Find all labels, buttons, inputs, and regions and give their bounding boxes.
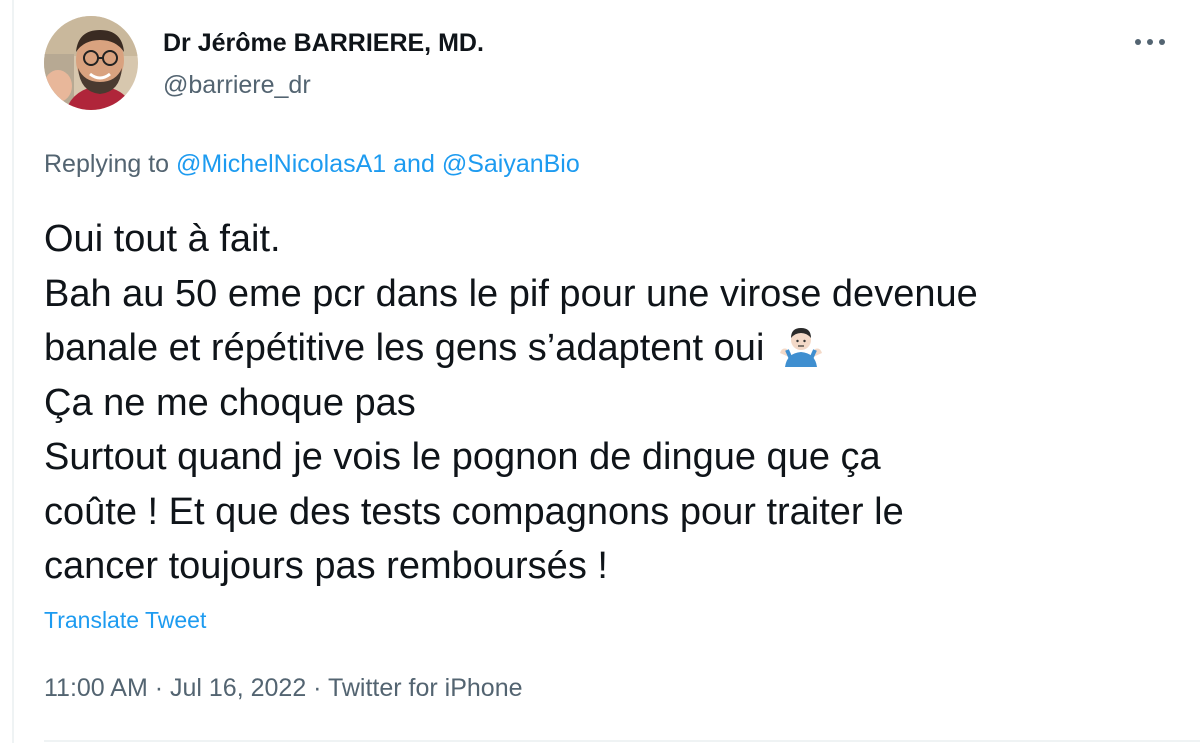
tweet-line: Surtout quand je vois le pognon de dingu…	[44, 436, 881, 478]
author-handle[interactable]: @barriere_dr	[163, 70, 484, 100]
tweet-line: Oui tout à fait.	[44, 218, 281, 260]
author-avatar[interactable]	[44, 16, 138, 110]
tweet-meta: 11:00 AM · Jul 16, 2022 · Twitter for iP…	[44, 672, 523, 704]
mention-link-michelnicolasa1[interactable]: @MichelNicolasA1	[176, 150, 386, 178]
tweet-card: Dr Jérôme BARRIERE, MD. @barriere_dr Rep…	[0, 0, 1200, 743]
reply-prefix: Replying to	[44, 150, 177, 178]
tweet-line: Bah au 50 eme pcr dans le pif pour une v…	[44, 272, 978, 315]
mention-joiner: and	[386, 150, 442, 178]
meta-separator: ·	[147, 674, 170, 702]
tweet-date[interactable]: Jul 16, 2022	[170, 674, 306, 702]
tweet-line: cancer toujours pas remboursés !	[44, 545, 608, 587]
person-shrugging-emoji-icon	[779, 323, 823, 367]
translate-tweet-link[interactable]: Translate Tweet	[44, 606, 206, 634]
tweet-source[interactable]: Twitter for iPhone	[328, 674, 523, 702]
tweet-text: Oui tout à fait. Bah au 50 eme pcr dans …	[44, 212, 1174, 594]
more-options-icon	[1135, 39, 1165, 45]
mention-link-saiyanbio[interactable]: @SaiyanBio	[442, 150, 580, 178]
tweet-line: Ça ne me choque pas	[44, 381, 416, 424]
tweet-line-text: banale et répétitive les gens s’adaptent…	[44, 327, 765, 369]
left-divider	[12, 0, 14, 743]
bottom-divider	[44, 740, 1200, 742]
tweet-time[interactable]: 11:00 AM	[44, 674, 148, 702]
profile-photo-icon	[44, 16, 138, 110]
tweet-line: coûte ! Et que des tests compagnons pour…	[44, 490, 904, 533]
meta-separator: ·	[306, 674, 328, 702]
more-options-button[interactable]	[1122, 22, 1178, 62]
author-block: Dr Jérôme BARRIERE, MD. @barriere_dr	[163, 28, 484, 100]
reply-context: Replying to @MichelNicolasA1 and @Saiyan…	[44, 148, 580, 180]
tweet-line-with-emoji: banale et répétitive les gens s’adaptent…	[44, 321, 1174, 376]
author-display-name[interactable]: Dr Jérôme BARRIERE, MD.	[163, 28, 484, 58]
